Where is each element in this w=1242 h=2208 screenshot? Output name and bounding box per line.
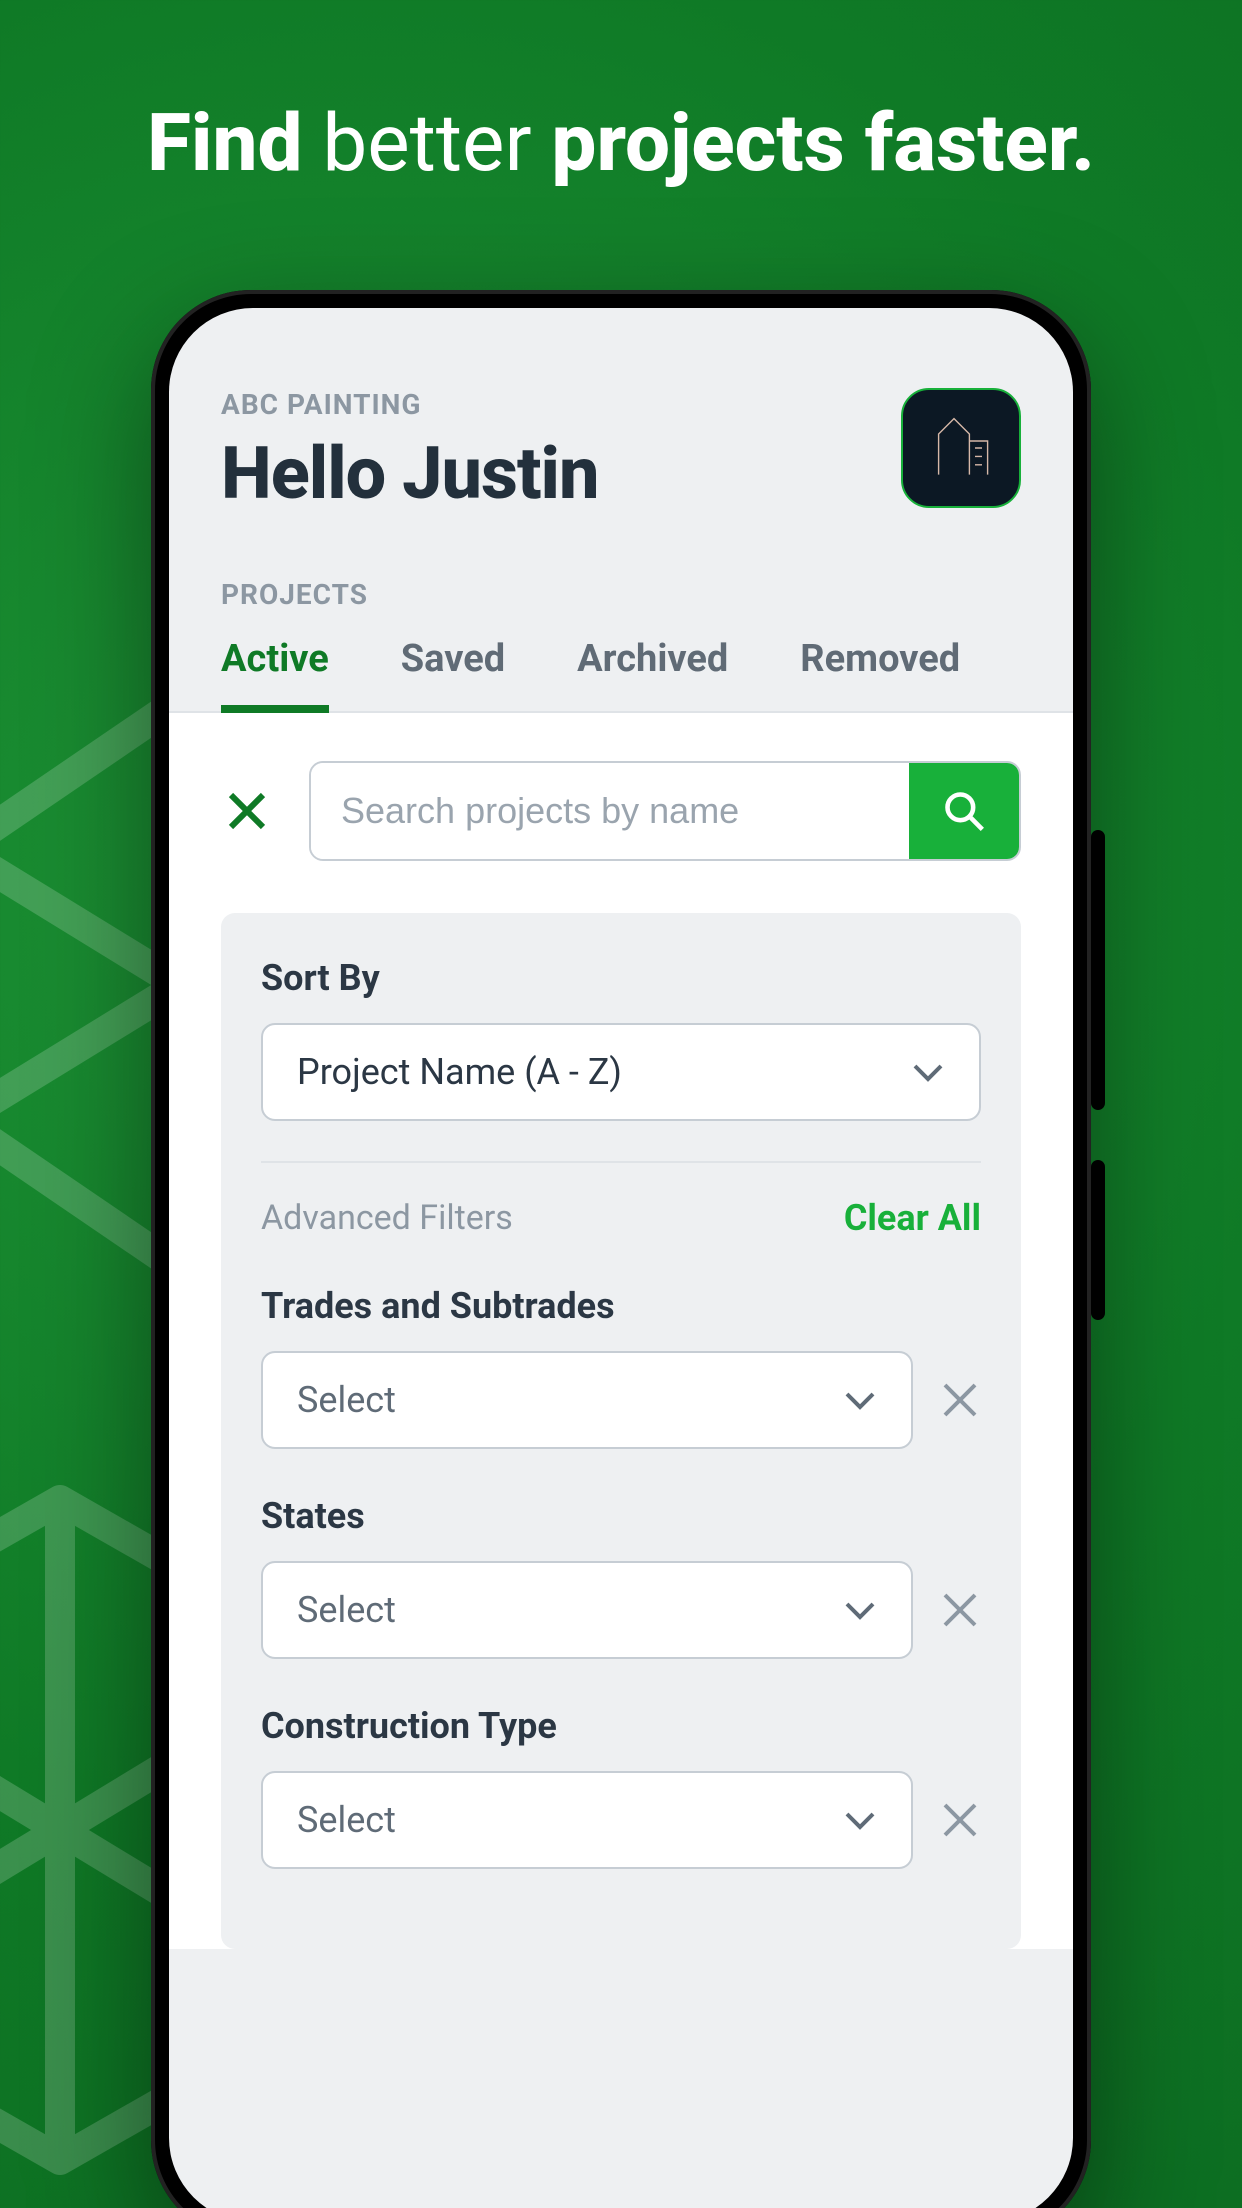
filter-select-trades[interactable]: Select xyxy=(261,1351,913,1449)
sort-label: Sort By xyxy=(261,957,981,999)
filter-select-states[interactable]: Select xyxy=(261,1561,913,1659)
sort-select[interactable]: Project Name (A - Z) xyxy=(261,1023,981,1121)
phone-frame: ABC PAINTING Hello Justin PROJECTS Activ… xyxy=(151,290,1091,2208)
chevron-down-icon xyxy=(843,1593,877,1627)
clear-all-button[interactable]: Clear All xyxy=(844,1197,981,1239)
greeting: Hello Justin xyxy=(221,431,599,516)
clear-filter-states[interactable] xyxy=(939,1589,981,1631)
company-name: ABC PAINTING xyxy=(221,388,599,421)
tab-archived[interactable]: Archived xyxy=(577,637,728,711)
tab-removed[interactable]: Removed xyxy=(800,637,960,711)
clear-filter-construction[interactable] xyxy=(939,1799,981,1841)
filter-label-states: States xyxy=(261,1495,981,1537)
chevron-down-icon xyxy=(843,1803,877,1837)
search-icon xyxy=(942,789,986,833)
tabs: Active Saved Archived Removed xyxy=(169,611,1073,713)
filter-label-trades: Trades and Subtrades xyxy=(261,1285,981,1327)
filter-select-construction[interactable]: Select xyxy=(261,1771,913,1869)
section-label: PROJECTS xyxy=(169,516,1073,611)
close-icon xyxy=(223,787,271,835)
divider xyxy=(261,1161,981,1163)
phone-screen: ABC PAINTING Hello Justin PROJECTS Activ… xyxy=(169,308,1073,2208)
search-input[interactable] xyxy=(311,763,909,859)
filters-card: Sort By Project Name (A - Z) Advanced Fi… xyxy=(221,913,1021,1949)
clear-filter-trades[interactable] xyxy=(939,1379,981,1421)
advanced-filters-label: Advanced Filters xyxy=(261,1198,513,1238)
close-search-button[interactable] xyxy=(221,785,273,837)
building-icon xyxy=(926,413,996,483)
tab-active[interactable]: Active xyxy=(221,637,329,713)
headline: Find better projects faster. xyxy=(0,96,1242,190)
sort-value: Project Name (A - Z) xyxy=(297,1051,622,1093)
chevron-down-icon xyxy=(911,1055,945,1089)
search-button[interactable] xyxy=(909,763,1019,859)
chevron-down-icon xyxy=(843,1383,877,1417)
tab-saved[interactable]: Saved xyxy=(401,637,505,711)
filter-label-construction: Construction Type xyxy=(261,1705,981,1747)
avatar[interactable] xyxy=(901,388,1021,508)
